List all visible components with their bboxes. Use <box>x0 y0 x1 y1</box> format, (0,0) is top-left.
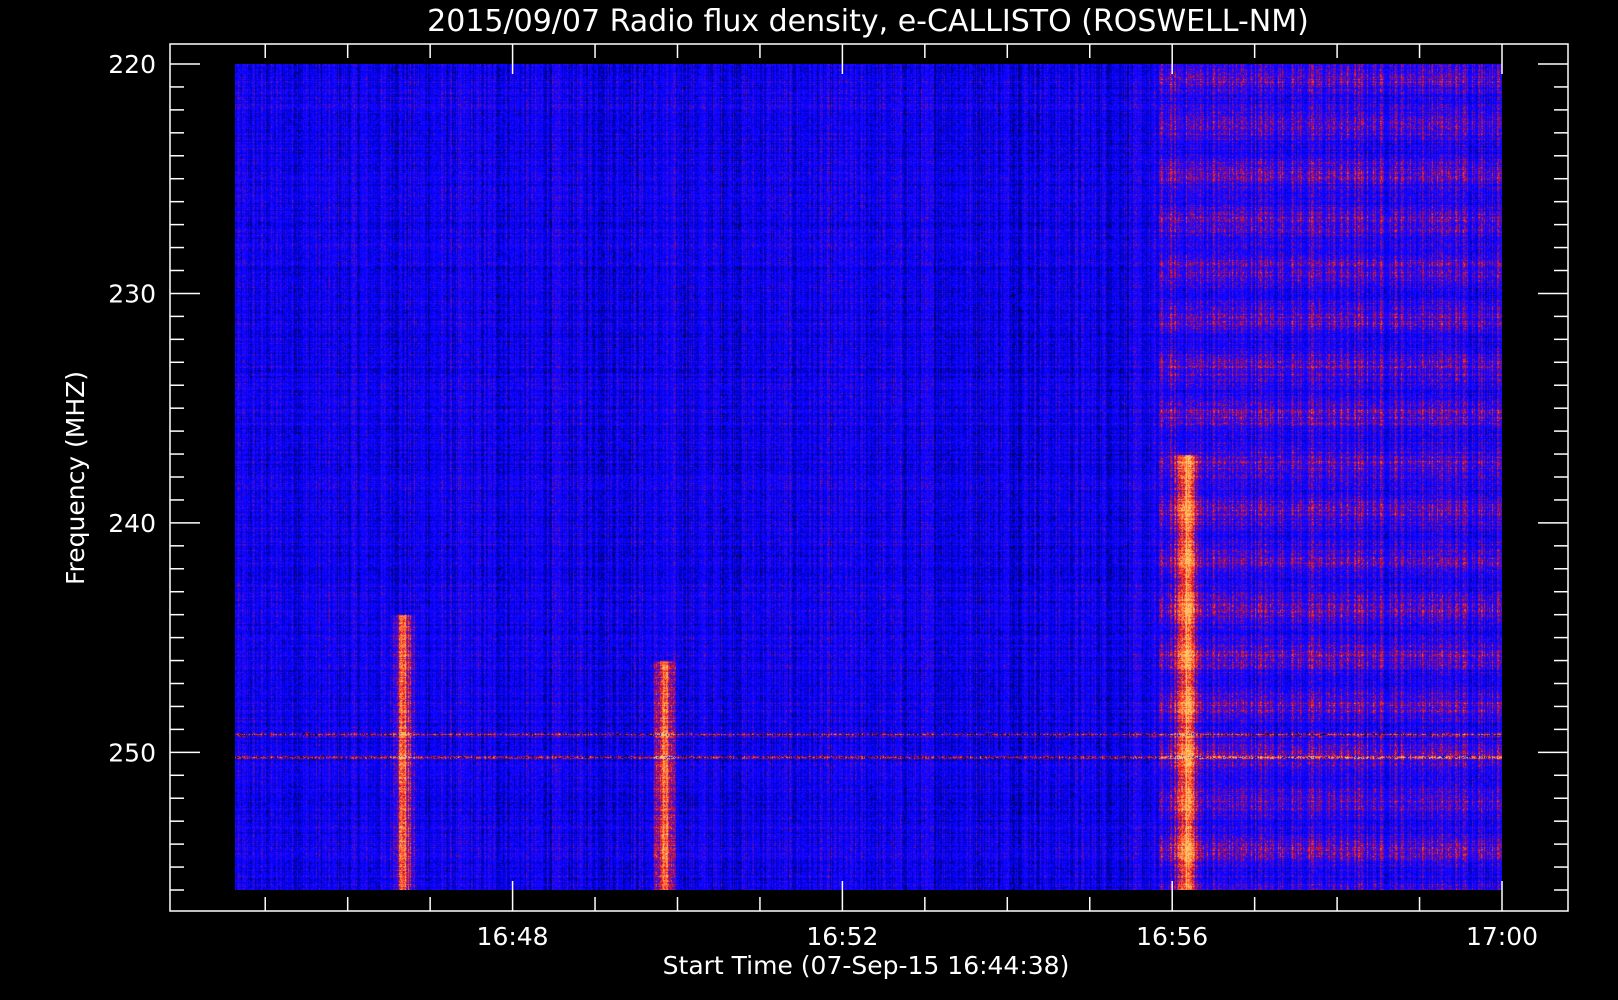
y-tick-label: 240 <box>108 509 156 538</box>
y-tick-label: 250 <box>108 738 156 767</box>
x-tick-label: 16:52 <box>806 922 878 951</box>
chart-title: 2015/09/07 Radio flux density, e-CALLIST… <box>427 4 1309 39</box>
y-axis-label: Frequency (MHZ) <box>61 371 90 585</box>
x-tick-label: 16:56 <box>1136 922 1208 951</box>
spectrogram-chart: 2015/09/07 Radio flux density, e-CALLIST… <box>0 0 1618 1000</box>
y-tick-label: 230 <box>108 279 156 308</box>
heatmap-cells <box>235 64 1502 890</box>
x-axis-label: Start Time (07-Sep-15 16:44:38) <box>663 951 1070 980</box>
x-tick-label: 16:48 <box>477 922 549 951</box>
heatmap-image <box>235 64 1502 890</box>
x-tick-label: 17:00 <box>1466 922 1538 951</box>
y-tick-label: 220 <box>108 50 156 79</box>
